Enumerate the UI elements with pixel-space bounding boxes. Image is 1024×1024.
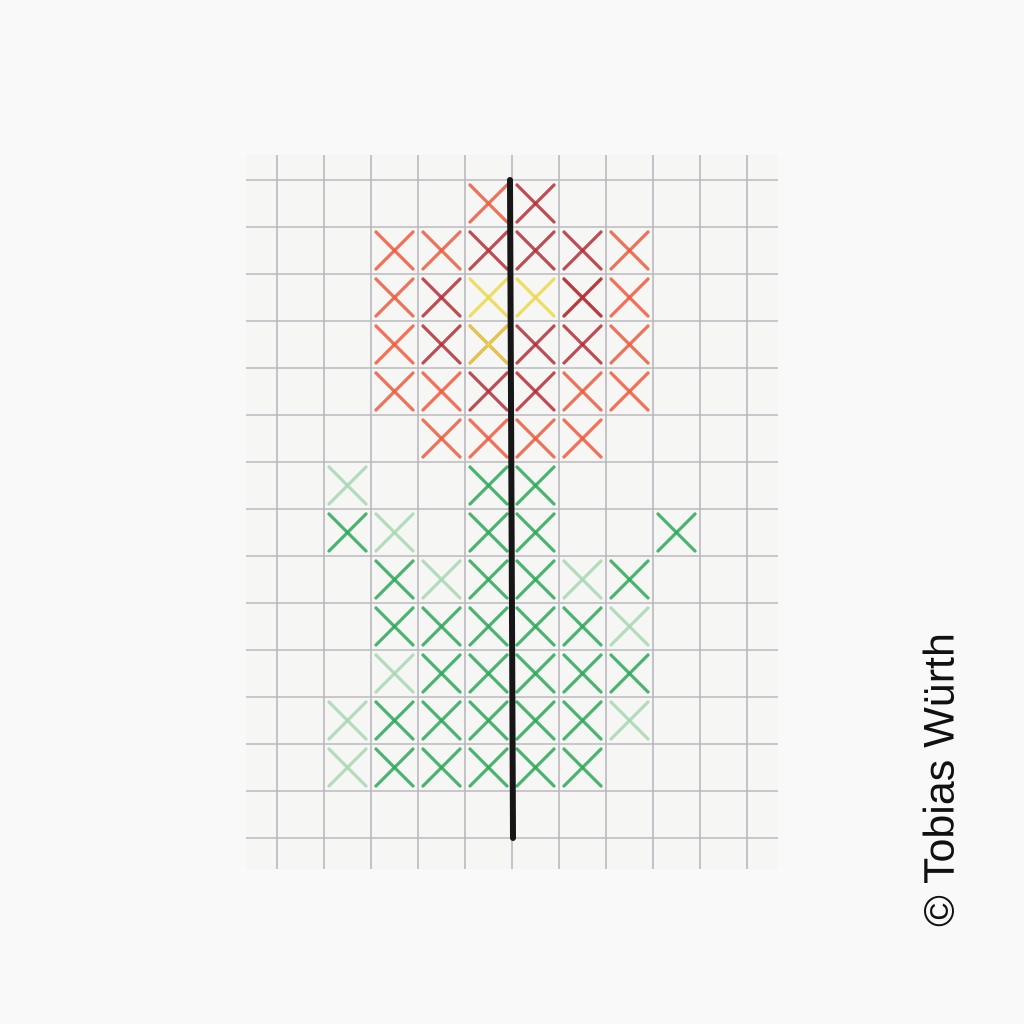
cross-stitch-leaf-green [562,606,603,647]
cross-stitch-leaf-green [421,700,462,741]
cross-stitch-leaf-green [468,747,509,788]
cross-stitch-leaf-green [609,653,650,694]
cross-stitch-leaf-green [374,700,415,741]
cross-stitch-petal-dark-red [562,324,603,365]
cross-stitch-leaf-pale-green [327,747,368,788]
cross-stitch-leaf-pale-green [609,700,650,741]
cross-stitch-petal-orange [468,418,509,459]
cross-stitch-leaf-green [515,700,556,741]
cross-stitch-flower-center-yellow [468,324,509,365]
cross-stitch-flower-center-yellow [468,277,509,318]
cross-stitch-leaf-green [515,465,556,506]
page: © Tobias Würth [0,0,1024,1024]
cross-stitch-petal-orange [421,371,462,412]
cross-stitch-petal-orange [374,371,415,412]
cross-stitch-petal-dark-red [562,277,603,318]
cross-stitch-petal-dark-red [421,324,462,365]
cross-stitch-leaf-pale-green [374,512,415,553]
cross-stitch-petal-orange [609,371,650,412]
cross-stitch-leaf-green [421,653,462,694]
cross-stitch-leaf-green [562,700,603,741]
cross-stitch-petal-orange [515,418,556,459]
center-line [507,177,516,841]
cross-stitch-petal-orange [562,418,603,459]
cross-stitch-leaf-green [468,559,509,600]
cross-stitch-leaf-green [609,559,650,600]
graph-paper [246,155,778,869]
cross-stitch-petal-dark-red [515,183,556,224]
cross-stitch-petal-dark-red [421,277,462,318]
cross-stitch-leaf-green [374,606,415,647]
cross-stitch-leaf-green [374,559,415,600]
cross-stitch-petal-orange [609,324,650,365]
cross-stitch-leaf-green [562,653,603,694]
cross-stitch-leaf-green [515,559,556,600]
cross-stitch-leaf-green [468,653,509,694]
cross-stitch-leaf-pale-green [609,606,650,647]
cross-stitch-leaf-green [515,653,556,694]
cross-stitch-pattern [246,155,778,869]
copyright-credit: © Tobias Würth [915,633,964,927]
cross-stitch-petal-orange [609,277,650,318]
cross-stitch-leaf-pale-green [421,559,462,600]
cross-stitch-petal-orange [421,230,462,271]
cross-stitch-leaf-green [515,606,556,647]
cross-stitch-petal-orange [609,230,650,271]
cross-stitch-petal-orange [421,418,462,459]
cross-stitch-petal-dark-red [562,230,603,271]
cross-stitch-leaf-green [374,747,415,788]
cross-stitch-petal-dark-red [468,371,509,412]
cross-stitch-leaf-green [327,512,368,553]
cross-stitch-petal-orange [562,371,603,412]
cross-stitch-petal-orange [374,277,415,318]
cross-stitch-leaf-green [562,747,603,788]
cross-stitch-petal-dark-red [468,230,509,271]
cross-stitch-flower-center-yellow [515,277,556,318]
cross-stitch-petal-orange [374,324,415,365]
cross-stitch-leaf-green [656,512,697,553]
cross-stitch-petal-dark-red [515,324,556,365]
cross-stitch-leaf-green [468,606,509,647]
cross-stitch-petal-orange [374,230,415,271]
cross-stitch-leaf-green [515,747,556,788]
cross-stitch-leaf-green [421,606,462,647]
cross-stitch-leaf-pale-green [562,559,603,600]
cross-stitch-leaf-green [515,512,556,553]
cross-stitch-petal-dark-red [515,371,556,412]
cross-stitch-petal-dark-red [515,230,556,271]
cross-stitch-leaf-green [468,700,509,741]
cross-stitch-leaf-green [468,512,509,553]
cross-stitch-petal-orange [468,183,509,224]
cross-stitch-leaf-green [468,465,509,506]
cross-stitch-leaf-pale-green [327,700,368,741]
cross-stitch-leaf-pale-green [374,653,415,694]
cross-stitch-leaf-pale-green [327,465,368,506]
cross-stitch-leaf-green [421,747,462,788]
